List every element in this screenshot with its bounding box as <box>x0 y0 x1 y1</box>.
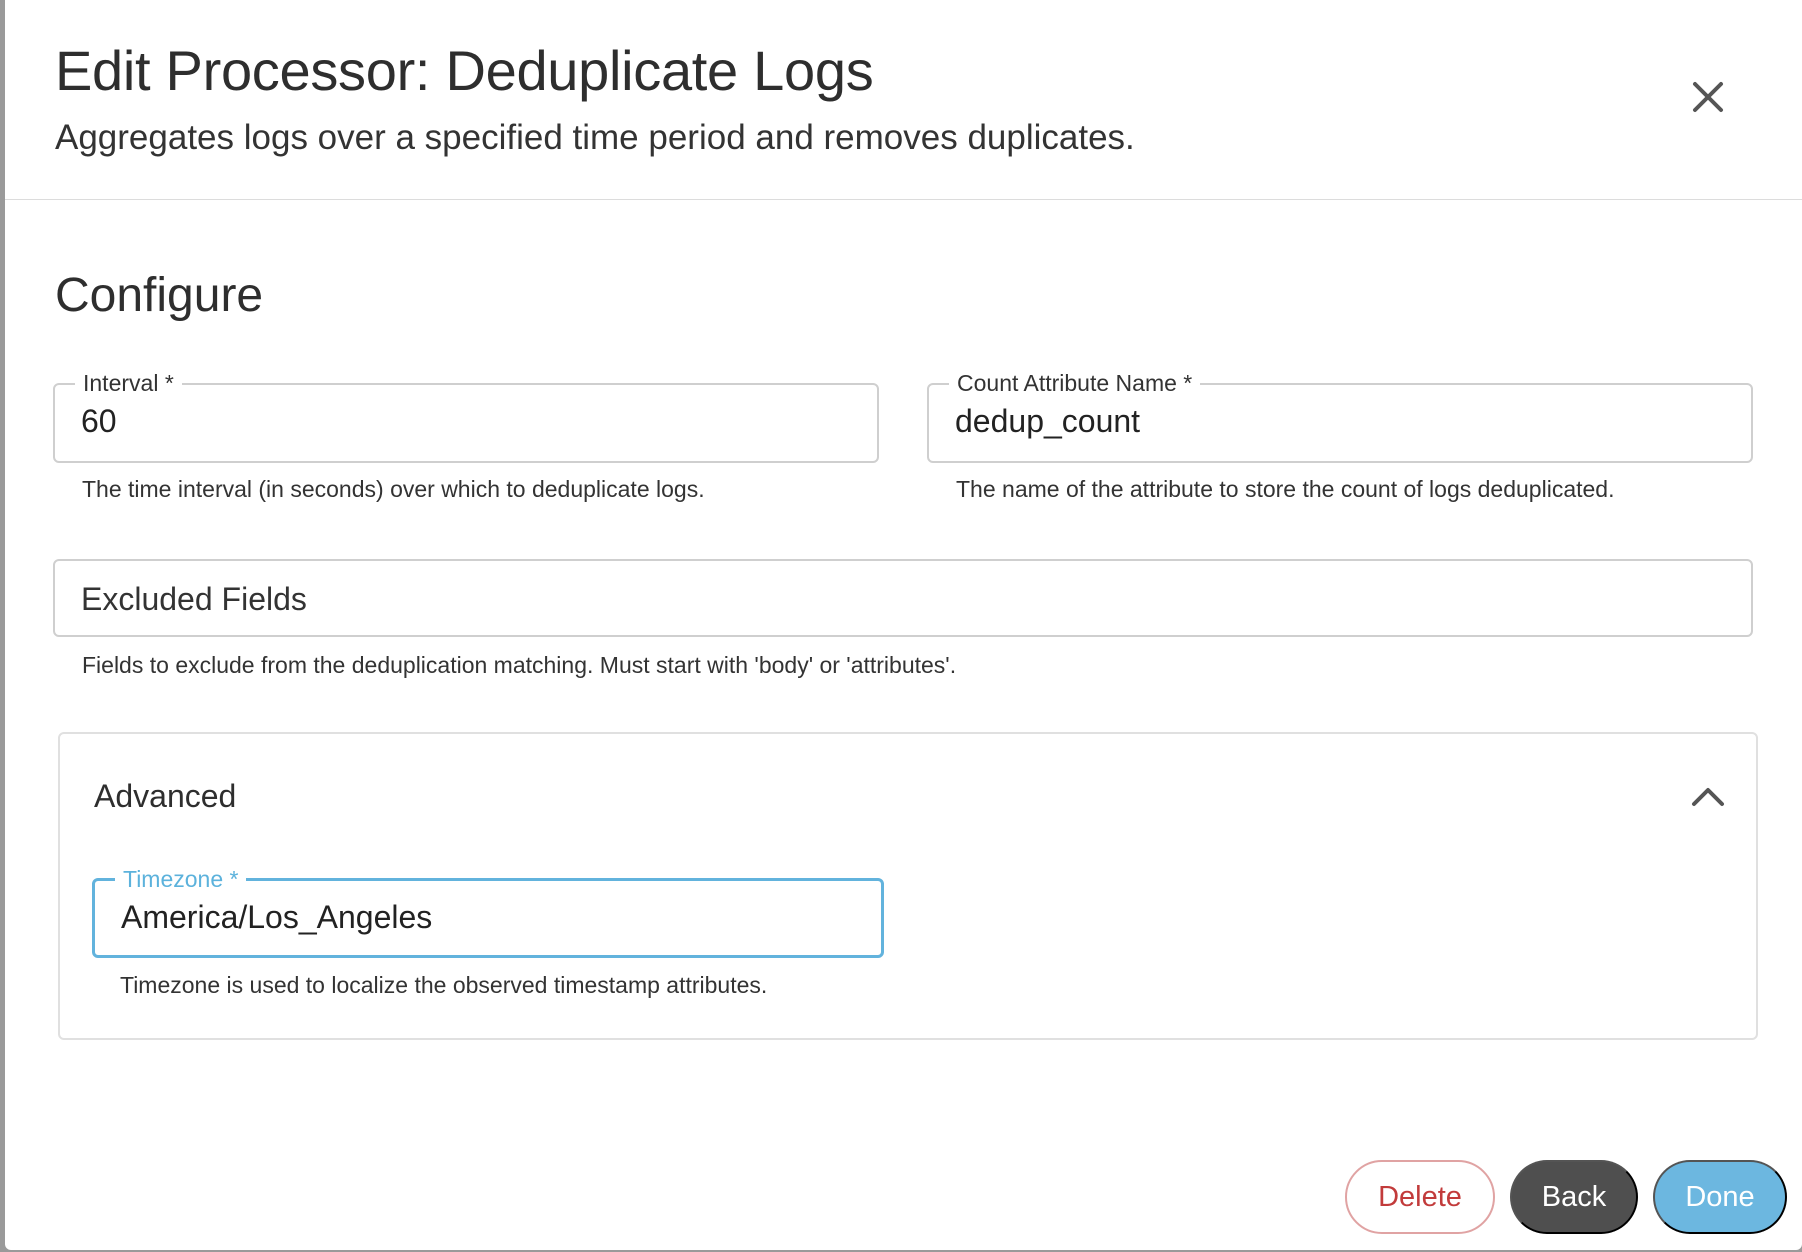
timezone-field[interactable]: Timezone * <box>92 866 884 958</box>
timezone-label: Timezone * <box>115 866 247 892</box>
configure-heading: Configure <box>55 269 264 322</box>
done-button[interactable]: Done <box>1653 1160 1787 1234</box>
interval-helper-text: The time interval (in seconds) over whic… <box>82 476 705 502</box>
delete-button[interactable]: Delete <box>1345 1160 1495 1234</box>
interval-label: Interval * <box>75 370 182 396</box>
timezone-helper-text: Timezone is used to localize the observe… <box>120 972 768 998</box>
interval-field[interactable]: Interval * <box>53 370 879 463</box>
timezone-input[interactable] <box>121 899 867 936</box>
dialog-subtitle: Aggregates logs over a specified time pe… <box>55 118 1135 157</box>
count-attribute-input[interactable] <box>955 403 1737 440</box>
dialog-header: Edit Processor: Deduplicate Logs Aggrega… <box>5 0 1802 200</box>
excluded-fields-helper-text: Fields to exclude from the deduplication… <box>82 652 957 678</box>
close-icon <box>1693 82 1723 112</box>
edit-processor-dialog: Edit Processor: Deduplicate Logs Aggrega… <box>5 0 1802 1250</box>
count-attribute-label: Count Attribute Name * <box>949 370 1201 396</box>
advanced-section: Advanced Timezone * Timezone is used to … <box>58 732 1758 1040</box>
excluded-fields-placeholder: Excluded Fields <box>81 581 307 617</box>
count-attribute-field[interactable]: Count Attribute Name * <box>927 370 1753 463</box>
close-button[interactable] <box>1685 74 1731 120</box>
excluded-fields-input[interactable]: Excluded Fields <box>53 559 1753 637</box>
chevron-up-icon <box>1692 788 1724 806</box>
advanced-title[interactable]: Advanced <box>94 778 236 815</box>
dialog-title: Edit Processor: Deduplicate Logs <box>55 39 874 102</box>
interval-input[interactable] <box>81 403 863 440</box>
count-attribute-helper-text: The name of the attribute to store the c… <box>956 476 1615 502</box>
advanced-collapse-toggle[interactable] <box>1688 782 1728 810</box>
back-button[interactable]: Back <box>1510 1160 1638 1234</box>
